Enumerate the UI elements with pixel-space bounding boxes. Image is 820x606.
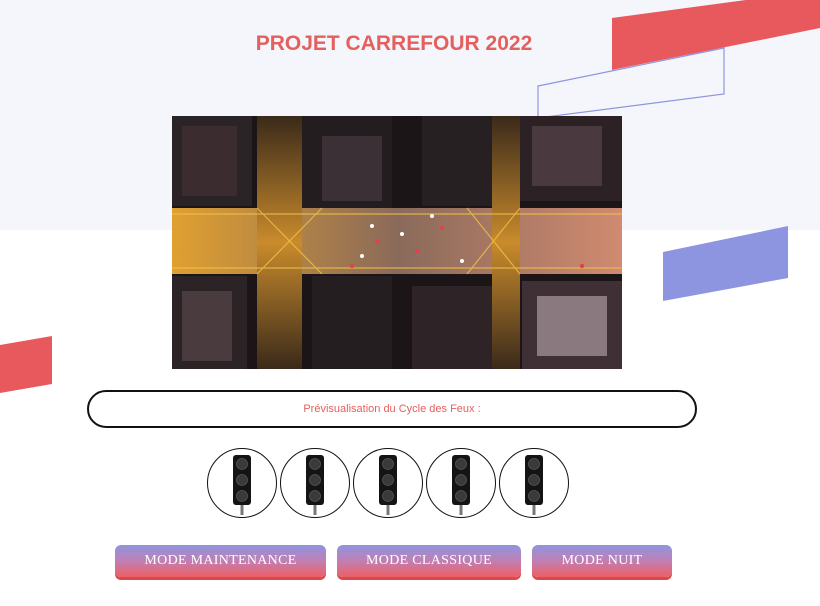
intersection-photo — [172, 116, 622, 369]
traffic-light-icon — [379, 455, 397, 515]
cycle-preview-bar: Prévisualisation du Cycle des Feux : — [87, 390, 697, 428]
mode-maintenance-button[interactable]: MODE MAINTENANCE — [115, 545, 326, 577]
page-title: PROJET CARREFOUR 2022 — [255, 32, 533, 55]
traffic-light-icon — [525, 455, 543, 515]
traffic-light-icon — [233, 455, 251, 515]
traffic-lights-preview — [207, 448, 569, 520]
cycle-preview-label: Prévisualisation du Cycle des Feux : — [303, 403, 481, 415]
traffic-light-icon — [452, 455, 470, 515]
traffic-light-2 — [280, 448, 350, 518]
traffic-light-4 — [426, 448, 496, 518]
traffic-light-icon — [306, 455, 324, 515]
traffic-light-3 — [353, 448, 423, 518]
traffic-light-1 — [207, 448, 277, 518]
traffic-light-5 — [499, 448, 569, 518]
mode-classique-button[interactable]: MODE CLASSIQUE — [337, 545, 521, 577]
mode-nuit-button[interactable]: MODE NUIT — [532, 545, 672, 577]
